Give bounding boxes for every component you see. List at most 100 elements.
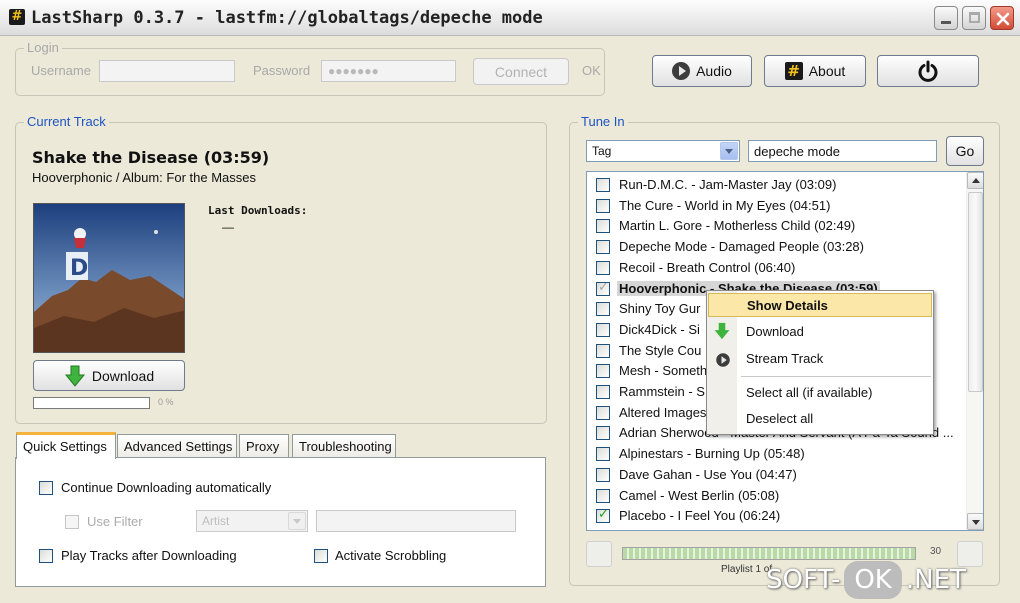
download-arrow-icon xyxy=(64,365,85,387)
tab-advanced-settings[interactable]: Advanced Settings xyxy=(117,434,237,458)
track-checkbox[interactable] xyxy=(596,302,610,317)
track-list-item[interactable]: Recoil - Breath Control (06:40) xyxy=(596,258,966,278)
about-button[interactable]: # About xyxy=(764,55,866,87)
album-art: D xyxy=(33,203,185,353)
chevron-down-icon xyxy=(288,512,306,530)
power-button[interactable] xyxy=(877,55,979,87)
title-bar: # LastSharp 0.3.7 - lastfm://globaltags/… xyxy=(0,0,1020,36)
tab-quick-settings[interactable]: Quick Settings xyxy=(16,432,116,459)
scroll-up-button[interactable] xyxy=(967,172,983,189)
track-list-item[interactable]: Run-D.M.C. - Jam-Master Jay (03:09) xyxy=(596,175,966,195)
use-filter-checkbox[interactable] xyxy=(65,515,79,529)
station-type-select[interactable]: Tag xyxy=(586,140,740,162)
track-list-item[interactable]: The Cure - World in My Eyes (04:51) xyxy=(596,196,966,216)
track-checkbox[interactable] xyxy=(596,280,610,296)
track-list-scrollbar[interactable] xyxy=(966,172,983,530)
scrobbling-checkbox[interactable] xyxy=(314,549,328,563)
track-list-item[interactable]: Camel - West Berlin (05:08) xyxy=(596,486,966,506)
track-checkbox[interactable] xyxy=(596,488,610,503)
window-title: LastSharp 0.3.7 - lastfm://globaltags/de… xyxy=(31,8,543,28)
track-checkbox[interactable] xyxy=(596,219,610,234)
track-list-item[interactable]: Depeche Mode - Damaged People (03:28) xyxy=(596,237,966,257)
track-checkbox[interactable] xyxy=(596,426,610,441)
username-label: Username xyxy=(31,63,91,78)
continue-downloading-label: Continue Downloading automatically xyxy=(61,480,272,495)
watermark-ok: OK xyxy=(844,561,902,599)
tab-proxy[interactable]: Proxy xyxy=(239,434,289,458)
menu-item-deselect-all[interactable]: Deselect all xyxy=(708,407,932,431)
track-list-item[interactable]: Martin L. Gore - Motherless Child (02:49… xyxy=(596,216,966,236)
chevron-down-icon xyxy=(720,142,738,160)
track-checkbox[interactable] xyxy=(596,385,610,399)
track-checkbox[interactable] xyxy=(596,343,610,358)
scroll-down-button[interactable] xyxy=(967,513,983,530)
play-tracks-checkbox[interactable] xyxy=(39,549,53,563)
watermark: SOFT- OK .NET xyxy=(766,558,966,602)
tag-query-input[interactable]: depeche mode xyxy=(748,140,937,162)
track-label: Dick4Dick - Si xyxy=(619,321,700,337)
track-checkbox[interactable] xyxy=(596,178,610,192)
menu-item-select-all[interactable]: Select all (if available) xyxy=(708,381,932,405)
app-logo-icon: # xyxy=(784,62,803,80)
download-progress-bar xyxy=(33,397,150,409)
track-checkbox[interactable] xyxy=(596,405,610,420)
playlist-prev-button[interactable] xyxy=(586,541,612,567)
track-label: Recoil - Breath Control (06:40) xyxy=(619,259,796,275)
filter-text-field[interactable] xyxy=(316,510,516,532)
track-artist-album: Hooverphonic / Album: For the Masses xyxy=(32,170,256,185)
track-label: Mesh - Someth xyxy=(619,363,708,379)
scrobbling-label: Activate Scrobbling xyxy=(335,548,447,563)
track-label: Depeche Mode - Damaged People (03:28) xyxy=(619,239,864,255)
playlist-count: 30 xyxy=(930,546,942,557)
download-button[interactable]: Download xyxy=(33,360,185,391)
track-checkbox[interactable] xyxy=(596,260,610,275)
password-field[interactable]: ●●●●●●● xyxy=(321,60,456,82)
menu-item-download[interactable]: Download xyxy=(708,320,932,344)
context-menu: Show Details Download Stream Track Selec… xyxy=(706,290,934,435)
login-status: OK xyxy=(582,63,601,78)
track-list-item[interactable]: Dave Gahan - Use You (04:47) xyxy=(596,465,966,485)
username-field[interactable] xyxy=(99,60,235,82)
connect-button[interactable]: Connect xyxy=(473,58,569,85)
filter-select-value: Artist xyxy=(202,514,230,528)
track-checkbox[interactable] xyxy=(596,198,610,213)
last-downloads-label: Last Downloads: xyxy=(208,204,308,217)
tab-troubleshooting[interactable]: Troubleshooting xyxy=(292,434,396,458)
track-checkbox[interactable] xyxy=(596,322,610,337)
track-label: Martin L. Gore - Motherless Child (02:49… xyxy=(619,218,856,234)
track-checkbox[interactable] xyxy=(596,507,610,524)
track-list-item[interactable]: Alpinestars - Burning Up (05:48) xyxy=(596,444,966,464)
station-type-value: Tag xyxy=(592,144,612,158)
track-label: Placebo - I Feel You (06:24) xyxy=(619,508,781,524)
power-icon xyxy=(918,60,938,82)
track-checkbox[interactable] xyxy=(596,447,610,462)
continue-downloading-checkbox[interactable] xyxy=(39,481,53,495)
menu-item-show-details[interactable]: Show Details xyxy=(708,293,932,317)
track-list-item[interactable]: Placebo - I Feel You (06:24) xyxy=(596,506,966,526)
quick-settings-panel: Continue Downloading automatically Use F… xyxy=(15,457,546,587)
about-label: About xyxy=(808,63,846,79)
track-checkbox[interactable] xyxy=(596,240,610,255)
menu-item-stream-track[interactable]: Stream Track xyxy=(708,347,932,371)
go-button[interactable]: Go xyxy=(946,136,984,166)
track-label: Altered Images xyxy=(619,404,707,420)
scroll-thumb[interactable] xyxy=(968,192,983,392)
last-downloads-value: — xyxy=(222,220,234,234)
minimize-button[interactable] xyxy=(934,6,958,30)
download-progress-percent: 0 % xyxy=(158,397,174,407)
close-icon xyxy=(996,12,1010,26)
playlist-label: Playlist 1 of xyxy=(721,564,773,575)
speaker-icon xyxy=(672,62,691,80)
track-label: Rammstein - S xyxy=(619,384,705,399)
track-checkbox[interactable] xyxy=(596,467,610,482)
track-label: The Cure - World in My Eyes (04:51) xyxy=(619,197,831,213)
download-arrow-icon xyxy=(714,322,730,340)
close-button[interactable] xyxy=(990,6,1014,30)
track-checkbox[interactable] xyxy=(596,364,610,379)
maximize-button[interactable] xyxy=(962,6,986,30)
svg-text:D: D xyxy=(70,256,88,281)
audio-button[interactable]: Audio xyxy=(652,55,752,87)
filter-select[interactable]: Artist xyxy=(196,510,308,532)
track-label: Dave Gahan - Use You (04:47) xyxy=(619,466,797,482)
watermark-left: SOFT- xyxy=(766,565,841,595)
